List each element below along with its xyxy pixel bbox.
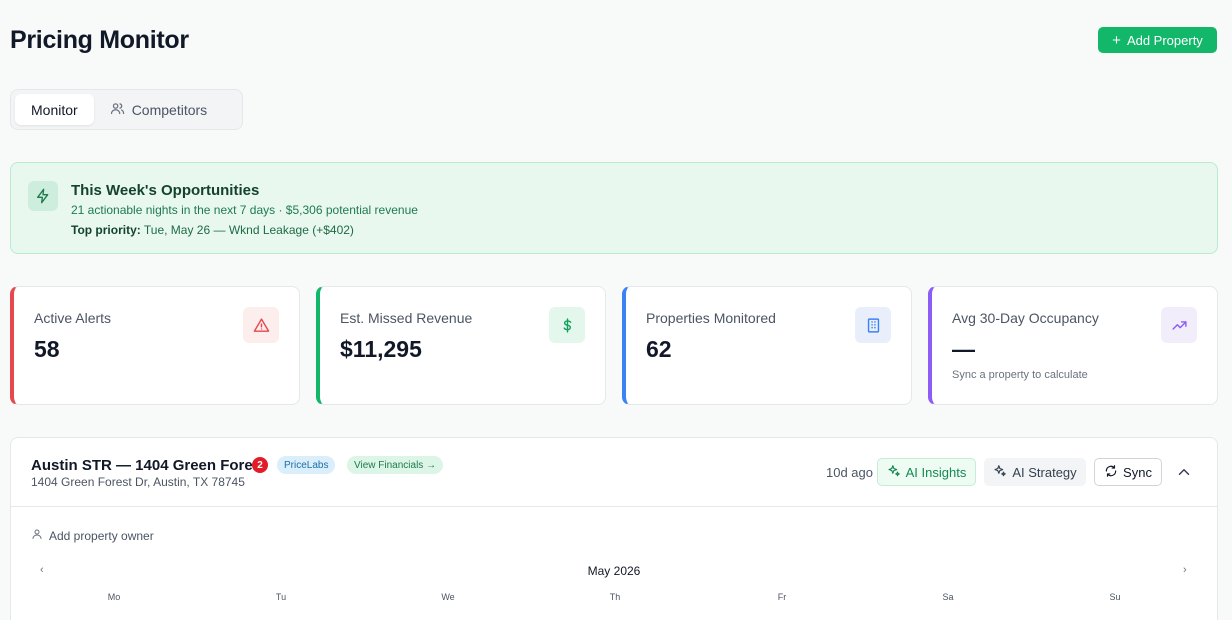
add-property-label: Add Property — [1126, 32, 1203, 48]
property-panel: Austin STR — 1404 Green Forest 2 PriceLa… — [10, 437, 1218, 620]
lightning-icon — [28, 181, 58, 211]
tab-monitor-label: Monitor — [31, 101, 78, 118]
stat-label: Properties Monitored — [646, 310, 776, 326]
weekday-label: Mo — [107, 592, 121, 602]
stat-card-missed-revenue: Est. Missed Revenue $11,295 — [316, 286, 606, 405]
pricing-monitor-page: Pricing Monitor + Add Property Monitor C… — [0, 0, 1232, 620]
plus-icon: + — [1112, 31, 1121, 49]
pricelabs-badge: PriceLabs — [277, 456, 336, 474]
building-icon — [855, 307, 891, 343]
user-icon — [31, 528, 43, 543]
view-financials-link[interactable]: View Financials → — [347, 456, 444, 474]
tab-competitors[interactable]: Competitors — [94, 94, 223, 125]
stat-note: Sync a property to calculate — [952, 369, 1088, 381]
top-priority-label: Top priority: — [71, 223, 141, 237]
property-alert-badge: 2 — [252, 457, 268, 473]
refresh-icon — [1104, 464, 1118, 481]
collapse-chevron-up-icon[interactable] — [1175, 463, 1193, 481]
property-header: Austin STR — 1404 Green Forest 2 PriceLa… — [11, 438, 1217, 507]
add-property-button[interactable]: + Add Property — [1098, 27, 1217, 53]
opportunities-subtitle: 21 actionable nights in the next 7 days … — [71, 203, 418, 217]
stat-card-properties-monitored: Properties Monitored 62 — [622, 286, 912, 405]
tab-monitor[interactable]: Monitor — [15, 94, 94, 125]
top-priority: Top priority: Tue, May 26 — Wknd Leakage… — [71, 223, 354, 237]
stat-value: 62 — [646, 336, 672, 362]
sparkle-icon — [993, 464, 1007, 481]
opportunities-title: This Week's Opportunities — [71, 182, 260, 199]
dollar-icon — [549, 307, 585, 343]
users-icon — [110, 101, 125, 119]
stat-value: $11,295 — [340, 336, 422, 362]
property-name[interactable]: Austin STR — 1404 Green Forest — [31, 457, 266, 474]
view-tabs: Monitor Competitors — [10, 89, 243, 130]
opportunities-banner: This Week's Opportunities 21 actionable … — [10, 162, 1218, 254]
ai-strategy-label: AI Strategy — [1012, 464, 1077, 480]
weekday-label: Fr — [777, 592, 787, 602]
stat-card-active-alerts: Active Alerts 58 — [10, 286, 300, 405]
add-owner-label: Add property owner — [49, 528, 154, 543]
sync-button[interactable]: Sync — [1094, 458, 1162, 486]
alert-triangle-icon — [243, 307, 279, 343]
stat-label: Est. Missed Revenue — [340, 310, 473, 326]
ai-insights-label: AI Insights — [905, 464, 967, 480]
weekday-label: Su — [1109, 592, 1121, 602]
sparkle-icon — [887, 464, 901, 481]
stat-label: Active Alerts — [34, 310, 112, 326]
page-title: Pricing Monitor — [10, 26, 189, 54]
ai-insights-button[interactable]: AI Insights — [877, 458, 976, 486]
stat-value: 58 — [34, 336, 60, 362]
weekday-label: Th — [609, 592, 621, 602]
weekday-label: We — [441, 592, 455, 602]
add-property-owner[interactable]: Add property owner — [31, 528, 154, 543]
last-sync-time: 10d ago — [826, 465, 873, 480]
weekday-label: Tu — [275, 592, 287, 602]
property-address: 1404 Green Forest Dr, Austin, TX 78745 — [31, 475, 245, 489]
calendar-prev-button[interactable]: ‹ — [40, 564, 44, 576]
stat-value: — — [952, 336, 975, 362]
top-priority-value: Tue, May 26 — Wknd Leakage (+$402) — [143, 223, 354, 237]
trending-up-icon — [1161, 307, 1197, 343]
ai-strategy-button[interactable]: AI Strategy — [984, 458, 1086, 486]
tab-competitors-label: Competitors — [131, 101, 208, 118]
calendar-month: May 2026 — [587, 564, 641, 578]
stat-card-avg-occupancy: Avg 30-Day Occupancy — Sync a property t… — [928, 286, 1218, 405]
stat-label: Avg 30-Day Occupancy — [952, 310, 1099, 326]
calendar-next-button[interactable]: › — [1183, 564, 1187, 576]
sync-label: Sync — [1123, 464, 1152, 480]
weekday-label: Sa — [942, 592, 954, 602]
